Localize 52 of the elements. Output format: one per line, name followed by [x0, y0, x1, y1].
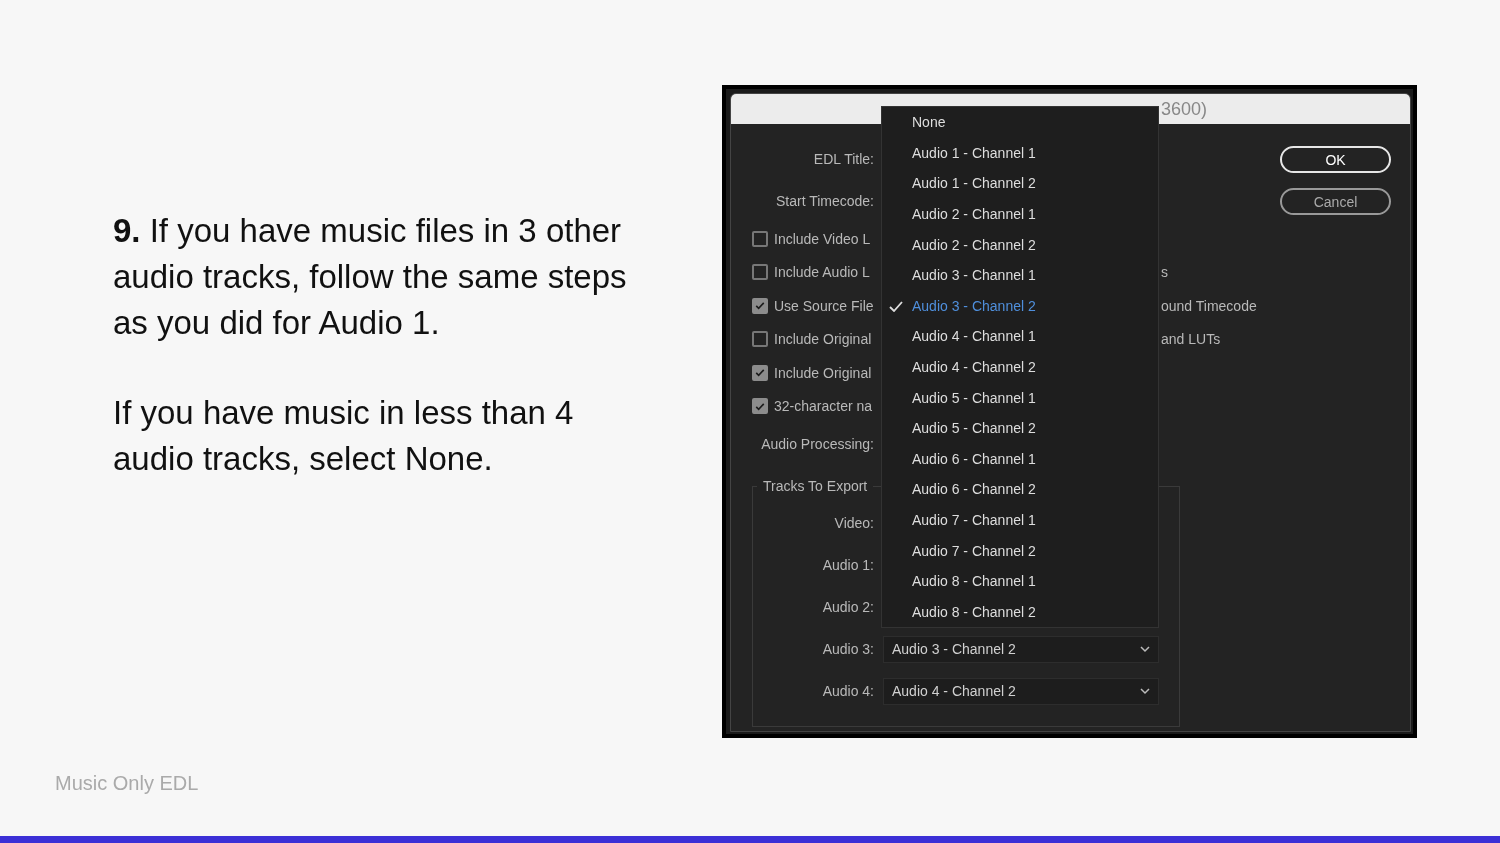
- menu-item[interactable]: Audio 6 - Channel 2: [882, 474, 1158, 505]
- menu-item[interactable]: Audio 1 - Channel 2: [882, 168, 1158, 199]
- checkbox-label: Include Audio L: [774, 264, 870, 281]
- checkbox[interactable]: [752, 297, 768, 314]
- checkmark-icon: [889, 300, 903, 312]
- instruction-paragraph: If you have music in less than 4 audio tracks, select None.: [113, 393, 575, 479]
- menu-item[interactable]: Audio 2 - Channel 1: [882, 198, 1158, 230]
- checkbox[interactable]: [752, 398, 768, 415]
- group-title: Tracks To Export: [762, 478, 869, 494]
- menu-item[interactable]: Audio 7 - Channel 2: [882, 535, 1158, 566]
- menu-item[interactable]: Audio 3 - Channel 2: [882, 290, 1158, 322]
- menu-item[interactable]: Audio 6 - Channel 1: [882, 443, 1158, 475]
- field-label: Audio Processing:: [760, 436, 874, 452]
- menu-item[interactable]: Audio 8 - Channel 1: [882, 565, 1158, 597]
- dialog-button[interactable]: Cancel: [1280, 188, 1391, 215]
- checkbox-label: Include Video L: [774, 230, 871, 247]
- checkbox[interactable]: [752, 264, 768, 281]
- menu-item[interactable]: Audio 1 - Channel 1: [882, 137, 1158, 169]
- track-dropdown[interactable]: Audio 4 - Channel 2: [883, 677, 1159, 705]
- checkbox-label: Use Source File: [774, 297, 874, 314]
- field-label: Audio 4:: [821, 683, 874, 699]
- menu-item[interactable]: None: [882, 107, 1158, 138]
- field-label: Start Timecode:: [774, 193, 874, 209]
- checkbox-label: Include Original: [774, 331, 872, 348]
- field-label: Audio 2:: [821, 599, 874, 615]
- menu-item[interactable]: Audio 4 - Channel 2: [882, 351, 1158, 383]
- checkbox-label: 32-character na: [774, 398, 873, 415]
- menu-item[interactable]: Audio 7 - Channel 1: [882, 504, 1158, 536]
- instruction-paragraph: 9. If you have music files in 3 other audio tracks, follow the same steps as you did for Audio 1.: [113, 211, 628, 343]
- field-label: Audio 1:: [821, 557, 874, 573]
- field-label: Audio 3:: [821, 641, 874, 657]
- menu-item[interactable]: Audio 2 - Channel 2: [882, 229, 1158, 260]
- checkbox-label: s: [1161, 264, 1168, 281]
- menu-item[interactable]: Audio 3 - Channel 1: [882, 259, 1158, 291]
- chevron-down-icon: [1140, 687, 1150, 695]
- chevron-down-icon: [1140, 645, 1150, 653]
- menu-item[interactable]: Audio 5 - Channel 1: [882, 382, 1158, 413]
- menu-item[interactable]: Audio 8 - Channel 2: [882, 596, 1158, 628]
- menu-item[interactable]: Audio 4 - Channel 1: [882, 321, 1158, 352]
- checkbox[interactable]: [752, 364, 768, 381]
- checkbox-label: and LUTs: [1161, 331, 1221, 348]
- menu-item[interactable]: Audio 5 - Channel 2: [882, 412, 1158, 444]
- checkbox[interactable]: [752, 230, 768, 247]
- checkbox-label: ound Timecode: [1161, 297, 1257, 314]
- track-dropdown[interactable]: Audio 3 - Channel 2: [883, 635, 1159, 663]
- slide-footer: Music Only EDL: [55, 772, 199, 795]
- dialog-button[interactable]: OK: [1280, 146, 1391, 173]
- checkbox[interactable]: [752, 331, 768, 348]
- checkbox-label: Include Original: [774, 364, 872, 381]
- field-label: EDL Title:: [812, 151, 874, 167]
- field-label: Video:: [833, 515, 874, 531]
- window-title: 3600): [1161, 98, 1208, 120]
